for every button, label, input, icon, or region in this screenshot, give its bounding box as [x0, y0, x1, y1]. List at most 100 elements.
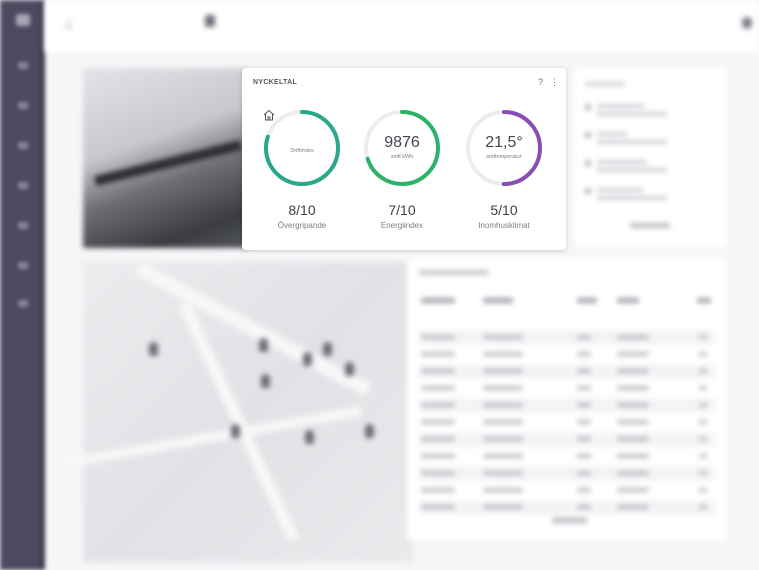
alert-dot: [585, 132, 591, 138]
table-more-button[interactable]: [552, 518, 587, 523]
nav-icon-7[interactable]: [18, 300, 28, 307]
table-title: [419, 270, 489, 275]
table-cell: [699, 488, 707, 492]
score-label-energy: Energiindex: [380, 221, 424, 230]
user-icon[interactable]: [742, 17, 752, 29]
table-cell: [617, 335, 649, 339]
table-header[interactable]: [421, 298, 455, 303]
app-logo-icon[interactable]: [16, 14, 30, 26]
table-cell: [699, 471, 707, 475]
alert-dot: [585, 188, 591, 194]
nav-icon-3[interactable]: [18, 142, 28, 149]
map-marker[interactable]: [261, 374, 270, 388]
map-marker[interactable]: [365, 424, 374, 438]
table-cell: [483, 335, 523, 339]
table-cell: [421, 335, 455, 339]
table-cell: [617, 505, 649, 509]
map-marker[interactable]: [305, 430, 314, 444]
kpi-title: NYCKELTAL: [253, 79, 298, 86]
pin-icon[interactable]: [205, 15, 215, 27]
score-label-overall: Övergripande: [277, 221, 327, 230]
help-icon[interactable]: ?: [538, 77, 543, 87]
table-cell: [577, 369, 591, 373]
table-row[interactable]: [419, 500, 715, 515]
nav-icon-1[interactable]: [18, 62, 28, 69]
building-photo-card[interactable]: [83, 68, 248, 248]
gauge-value: 9876: [384, 134, 420, 151]
table-cell: [421, 386, 455, 390]
score-overall: 8/10: [288, 202, 316, 218]
table-row[interactable]: [419, 449, 715, 464]
more-menu-icon[interactable]: ⋮: [550, 77, 559, 88]
nav-icon-5[interactable]: [18, 222, 28, 229]
kpi-card: NYCKELTAL ? ⋮ Driftindex 9876 snitt kWh: [242, 68, 566, 250]
table-row[interactable]: [419, 330, 715, 345]
alerts-more-button[interactable]: [630, 223, 670, 228]
table-cell: [421, 454, 455, 458]
alerts-title: [585, 82, 625, 86]
table-cell: [483, 488, 523, 492]
nav-icon-2[interactable]: [18, 102, 28, 109]
nav-icon-4[interactable]: [18, 182, 28, 189]
map-marker[interactable]: [303, 352, 312, 366]
nav-icon-6[interactable]: [18, 262, 28, 269]
alert-line: [597, 112, 667, 116]
table-row[interactable]: [419, 466, 715, 481]
table-row[interactable]: [419, 347, 715, 362]
gauge-sub-label: snitt kWh: [390, 154, 414, 160]
map-widget[interactable]: [64, 261, 413, 562]
table-cell: [421, 488, 455, 492]
alert-line[interactable]: [597, 132, 627, 136]
alert-line[interactable]: [597, 160, 647, 164]
top-bar: ʎ: [45, 0, 759, 52]
table-row[interactable]: [419, 432, 715, 447]
table-cell: [617, 488, 649, 492]
table-cell: [421, 352, 455, 356]
table-header[interactable]: [483, 298, 513, 303]
table-cell: [577, 437, 591, 441]
table-cell: [577, 454, 591, 458]
table-row[interactable]: [419, 381, 715, 396]
score-climate: 5/10: [490, 202, 518, 218]
sidebar: [0, 0, 45, 570]
map-marker[interactable]: [323, 342, 332, 356]
alert-dot: [585, 104, 591, 110]
table-cell: [699, 454, 707, 458]
map-marker[interactable]: [345, 362, 354, 376]
map-marker[interactable]: [259, 338, 268, 352]
table-header[interactable]: [697, 298, 711, 303]
gauge-sub-label: Driftindex: [290, 148, 314, 154]
home-icon: [263, 109, 275, 121]
alert-line[interactable]: [597, 188, 643, 192]
table-cell: [617, 437, 649, 441]
table-row[interactable]: [419, 483, 715, 498]
table-cell: [577, 488, 591, 492]
table-cell: [617, 403, 649, 407]
table-header[interactable]: [617, 298, 639, 303]
sidebar-edge: [40, 0, 45, 570]
map-marker[interactable]: [231, 424, 240, 438]
table-cell: [577, 352, 591, 356]
table-row[interactable]: [419, 415, 715, 430]
alert-dot: [585, 160, 591, 166]
table-cell: [421, 369, 455, 373]
alerts-card: [575, 68, 727, 248]
table-cell: [483, 369, 523, 373]
gauge-sub-label: snittemperatur: [486, 154, 522, 160]
alert-line[interactable]: [597, 104, 645, 108]
table-row[interactable]: [419, 364, 715, 379]
gauge-energy[interactable]: 9876 snitt kWh: [362, 108, 442, 188]
table-cell: [617, 420, 649, 424]
gauge-climate[interactable]: 21,5° snittemperatur: [464, 108, 544, 188]
table-cell: [483, 386, 523, 390]
score-energy: 7/10: [388, 202, 416, 218]
map-marker[interactable]: [149, 342, 158, 356]
alert-line: [597, 196, 667, 200]
table-header[interactable]: [577, 298, 597, 303]
table-row[interactable]: [419, 398, 715, 413]
table-cell: [699, 505, 707, 509]
table-cell: [577, 505, 591, 509]
dashboard-app: ʎ NYCKELTAL ? ⋮ Driftindex 9876 snitt kW…: [0, 0, 759, 570]
gauge-overall[interactable]: Driftindex: [262, 108, 342, 188]
table-cell: [577, 403, 591, 407]
